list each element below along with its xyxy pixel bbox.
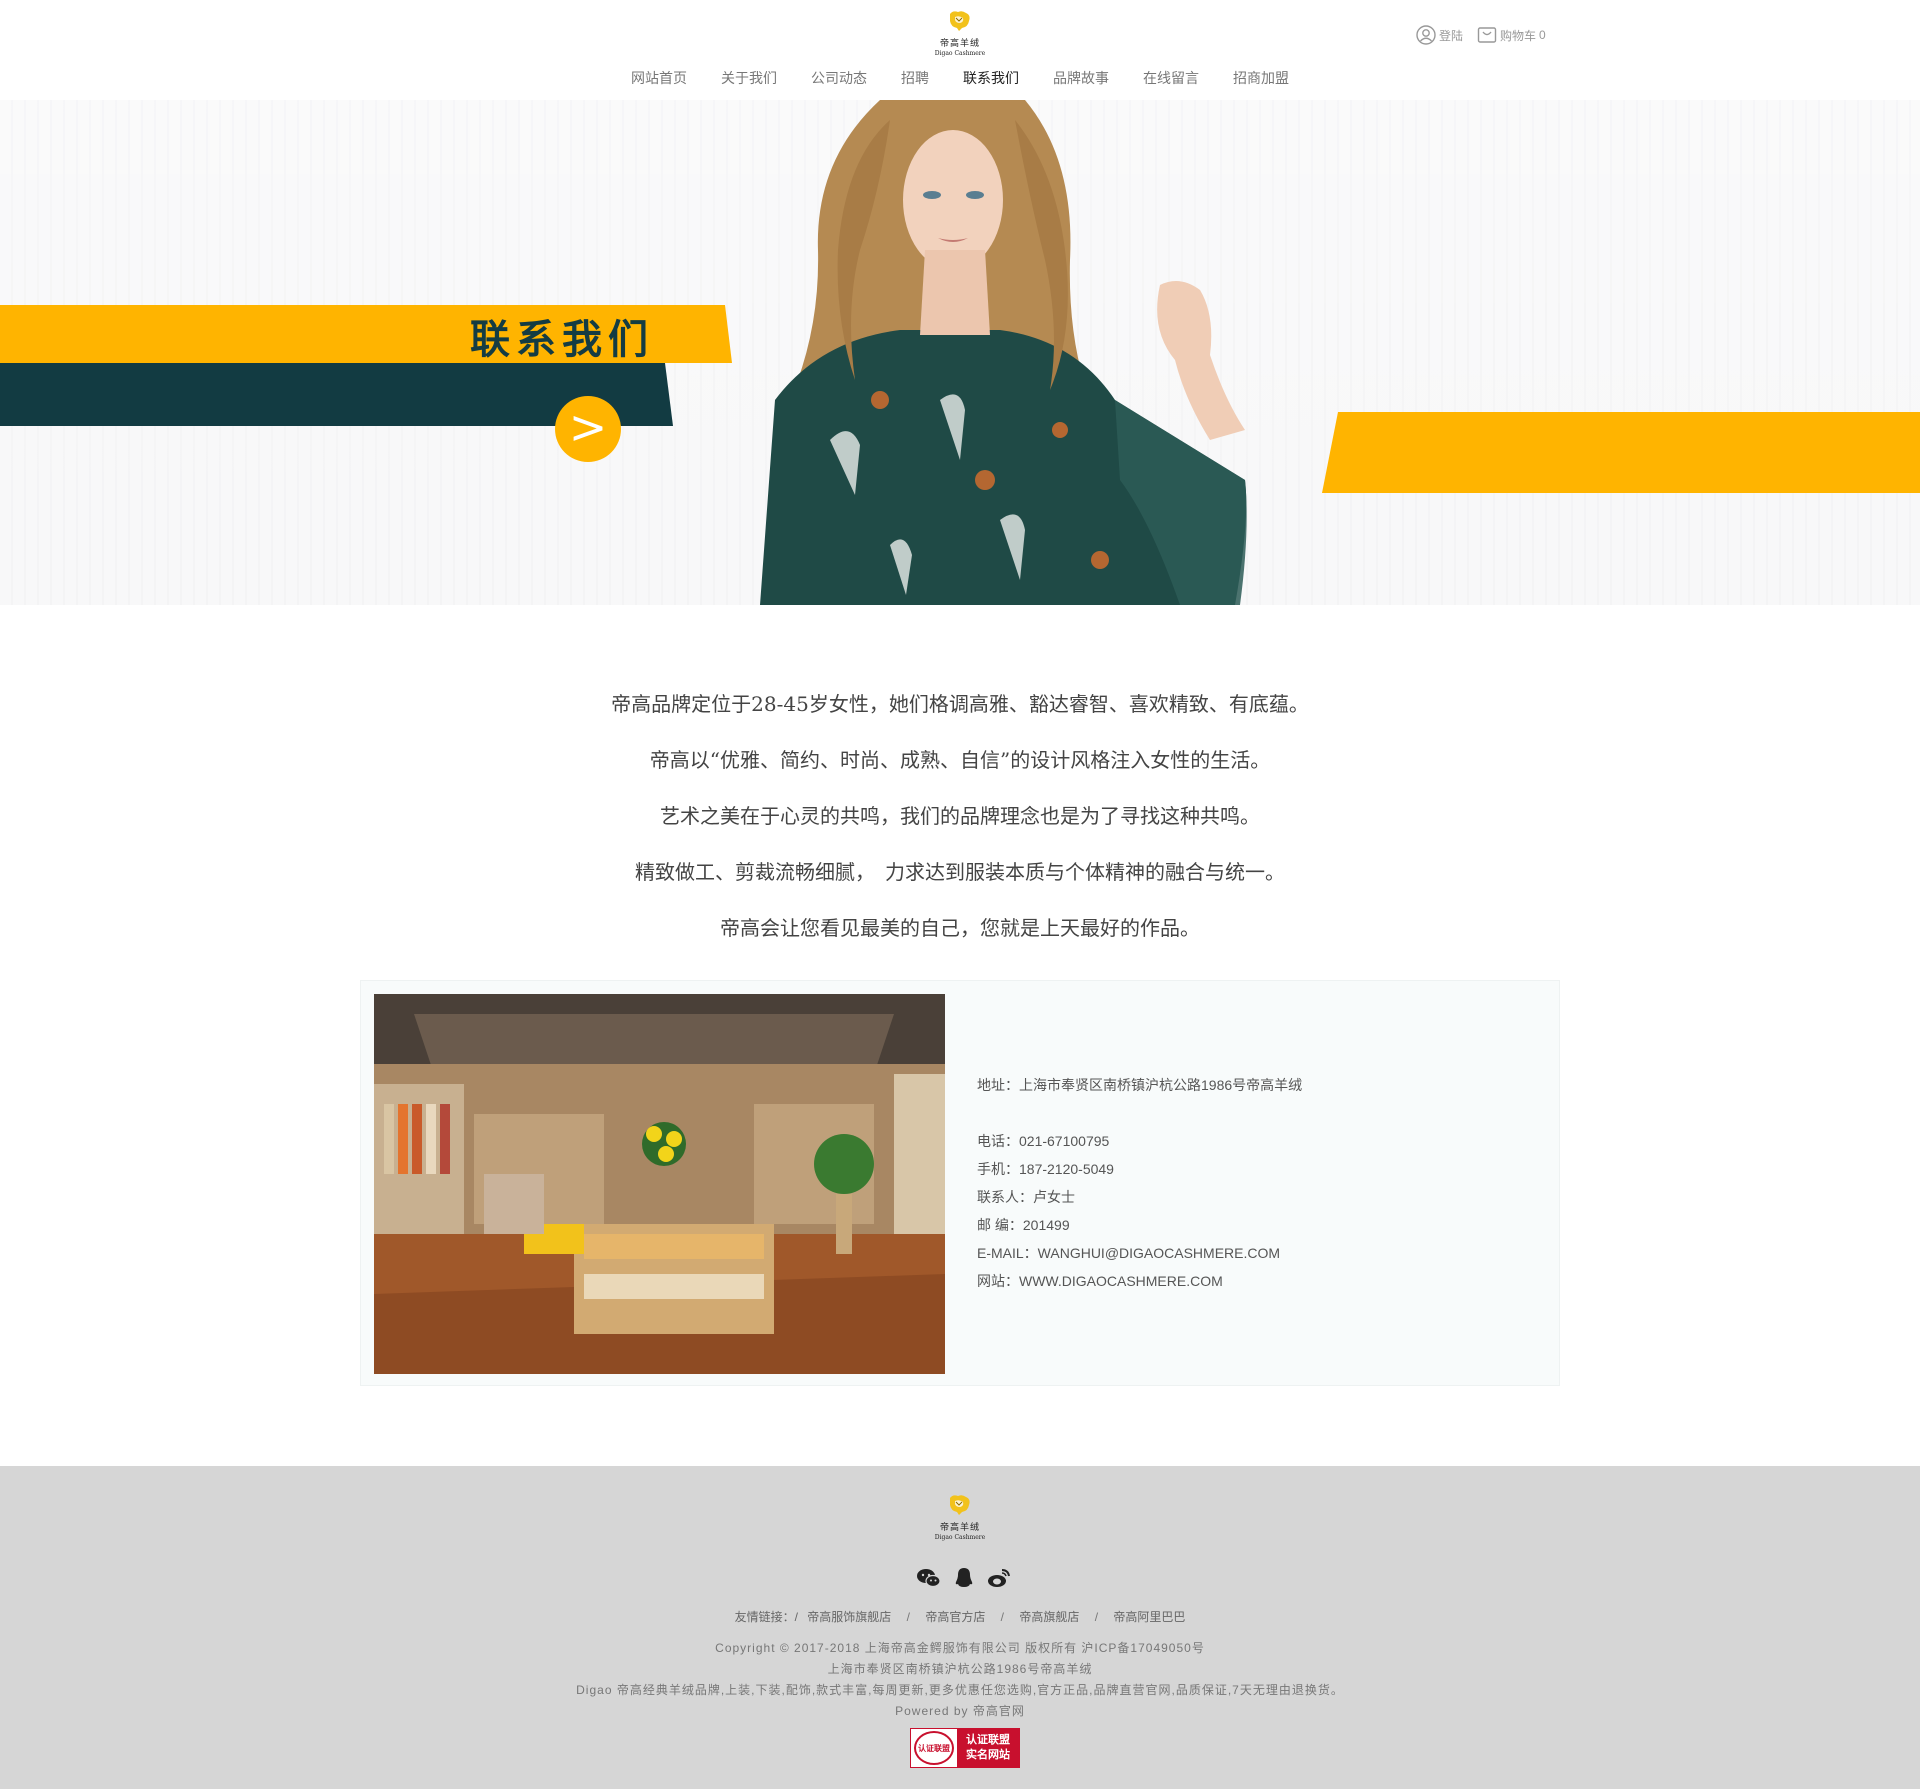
sheep-logo-icon [950,11,970,31]
footer-description: Digao 帝高经典羊绒品牌,上装,下装,配饰,款式丰富,每周更新,更多优惠任您… [576,1683,1344,1697]
certification-text: 认证联盟 实名网站 [957,1729,1019,1767]
footer-brand-en: Digao Cashmere [934,1534,986,1541]
model-photo [760,100,1247,605]
nav-item-home[interactable]: 网站首页 [631,68,687,88]
contact-website[interactable]: 网站：WWW.DIGAOCASHMERE.COM [977,1267,1302,1295]
nav-item-contact[interactable]: 联系我们 [963,68,1019,88]
social-links [916,1567,1021,1589]
link-separator: / [1000,1610,1005,1624]
site-header: 帝高羊绒 Digao Cashmere 登陆 购物车 0 网站首页 关于我们 公… [0,0,1920,100]
login-label: 登陆 [1439,28,1464,43]
user-icon [1416,25,1436,45]
powered-by: Powered by 帝高官网 [0,1701,1920,1722]
contact-person: 联系人：卢女士 [977,1189,1075,1205]
contact-mobile: 手机：187-2120-5049 [977,1161,1114,1177]
friend-link[interactable]: 帝高旗舰店 [1019,1610,1079,1624]
nav-item-brand-story[interactable]: 品牌故事 [1053,68,1109,88]
powered-link[interactable]: 帝高官网 [973,1704,1025,1718]
footer-copyright: Copyright © 2017-2018 上海帝高金鳄服饰有限公司 版权所有 … [0,1638,1920,1722]
certification-line: 实名网站 [966,1749,1010,1761]
friend-link[interactable]: 帝高阿里巴巴 [1113,1610,1185,1624]
main-nav: 网站首页 关于我们 公司动态 招聘 联系我们 品牌故事 在线留言 招商加盟 [0,68,1920,88]
friend-link[interactable]: 帝高服饰旗舰店 [807,1610,891,1624]
cart-link[interactable]: 购物车 0 [1477,26,1546,44]
footer-brand-cn: 帝高羊绒 [939,1523,980,1533]
hero-banner: 联系我们 > [0,100,1920,605]
link-separator: / [1094,1610,1099,1624]
nav-item-news[interactable]: 公司动态 [811,68,867,88]
contact-postcode: 邮 编：201499 [977,1217,1070,1233]
contact-phone: 电话：021-67100795 [977,1133,1110,1149]
brand-logo[interactable]: 帝高羊绒 Digao Cashmere [934,10,986,58]
footer-address: 上海市奉贤区南桥镇沪杭公路1986号帝高羊绒 [827,1662,1093,1676]
store-photo [374,994,945,1374]
cart-label: 购物车 [1500,28,1537,43]
copyright-text: Copyright © 2017-2018 上海帝高金鳄服饰有限公司 版权所有 … [715,1641,1205,1655]
nav-item-franchise[interactable]: 招商加盟 [1233,68,1289,88]
cart-icon [1477,27,1497,43]
contact-address: 地址：上海市奉贤区南桥镇沪杭公路1986号帝高羊绒 [977,1077,1303,1093]
sheep-logo-icon [950,1495,970,1515]
intro-line: 精致做工、剪裁流畅细腻， 力求达到服装本质与个体精神的融合与统一。 [635,860,1285,884]
friend-links: 友情链接：/ 帝高服饰旗舰店 / 帝高官方店 / 帝高旗舰店 / 帝高阿里巴巴 [0,1608,1920,1625]
contact-info: 地址：上海市奉贤区南桥镇沪杭公路1986号帝高羊绒 电话：021-6710079… [977,1071,1302,1295]
intro-line: 艺术之美在于心灵的共鸣，我们的品牌理念也是为了寻找这种共鸣。 [660,804,1260,828]
brand-intro: 帝高品牌定位于28-45岁女性，她们格调高雅、豁达睿智、喜欢精致、有底蕴。 帝高… [0,676,1920,956]
hero-title: 联系我们 [470,317,654,363]
contact-email[interactable]: E-MAIL：WANGHUI@DIGAOCASHMERE.COM [977,1239,1302,1267]
friend-link[interactable]: 帝高官方店 [925,1610,985,1624]
intro-line: 帝高会让您看见最美的自己，您就是上天最好的作品。 [720,916,1200,940]
weibo-icon[interactable] [986,1567,1012,1589]
powered-prefix: Powered by [895,1704,969,1718]
certification-badge[interactable]: 认证联盟 认证联盟 实名网站 [910,1728,1020,1768]
hero-arrow-button[interactable]: > [555,396,621,462]
intro-line: 帝高以“优雅、简约、时尚、成熟、自信”的设计风格注入女性的生活。 [649,748,1271,772]
intro-line: 帝高品牌定位于28-45岁女性，她们格调高雅、豁达睿智、喜欢精致、有底蕴。 [611,692,1309,716]
certification-line: 认证联盟 [966,1734,1010,1746]
certification-seal-icon: 认证联盟 [914,1731,954,1765]
wechat-icon[interactable] [916,1567,942,1589]
brand-name-en: Digao Cashmere [934,50,986,57]
nav-item-jobs[interactable]: 招聘 [901,68,929,88]
link-separator: / [906,1610,910,1624]
qq-icon[interactable] [951,1567,977,1589]
user-actions: 登陆 购物车 0 [1416,24,1560,46]
brand-name-cn: 帝高羊绒 [939,39,980,49]
hero-graphics [0,100,1920,605]
login-link[interactable]: 登陆 [1416,25,1463,45]
nav-item-about[interactable]: 关于我们 [721,68,777,88]
site-footer: 帝高羊绒 Digao Cashmere 友情链接：/ 帝高服饰旗舰店 / 帝高官… [0,1466,1920,1789]
yellow-band-right [1322,412,1920,493]
friend-links-label: 友情链接：/ [734,1610,798,1624]
nav-item-message[interactable]: 在线留言 [1143,68,1199,88]
cart-count: 0 [1539,28,1546,42]
footer-logo[interactable]: 帝高羊绒 Digao Cashmere [934,1494,986,1542]
contact-panel: 地址：上海市奉贤区南桥镇沪杭公路1986号帝高羊绒 电话：021-6710079… [360,980,1560,1386]
